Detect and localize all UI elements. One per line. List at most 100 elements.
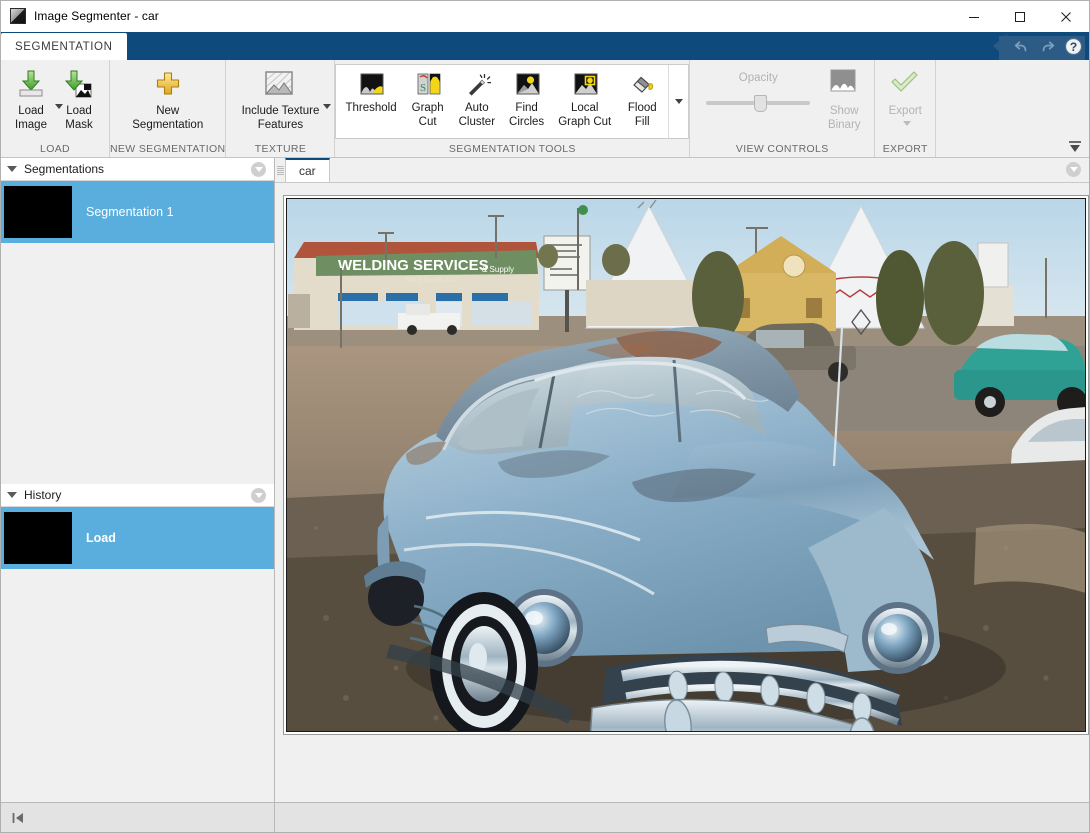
segmentations-list: Segmentation 1 [1,181,274,484]
document-area: car [275,158,1089,832]
svg-text:?: ? [1069,40,1076,54]
ribbon-group-view-controls-title: VIEW CONTROLS [690,141,874,157]
sidebar-footer [1,802,274,832]
find-circles-label: Find Circles [509,101,544,129]
opacity-label: Opacity [739,72,778,84]
show-binary-icon [828,68,860,100]
history-panel-title: History [24,488,61,502]
export-label: Export [889,104,922,118]
load-image-label: Load Image [15,104,47,132]
new-segmentation-label: New Segmentation [132,104,203,132]
drag-grip-icon[interactable] [275,158,285,182]
left-sidebar: Segmentations Segmentation 1 History Loa… [1,158,275,832]
graph-cut-button[interactable]: S Graph Cut [404,69,452,129]
maximize-button[interactable] [997,1,1043,32]
include-texture-features-label: Include Texture Features [242,104,320,132]
new-segmentation-button[interactable]: New Segmentation [118,64,218,132]
image-segmenter-window: Image Segmenter - car SEGMENTATION [0,0,1090,833]
triangle-down-icon[interactable] [7,166,17,172]
ribbon-group-new-segmentation-title: NEW SEGMENTATION [110,141,225,157]
segmentation-item-label: Segmentation 1 [86,205,174,219]
svg-text:WELDING SERVICES: WELDING SERVICES [338,257,489,274]
svg-text:S: S [420,82,426,94]
undo-icon[interactable] [1009,35,1033,57]
collapse-ribbon-icon[interactable] [1066,139,1084,155]
window-controls [951,1,1089,32]
image-frame: WELDING SERVICES & Supply 524 E 9th 555-… [283,195,1089,735]
include-texture-features-button[interactable]: Include Texture Features [232,64,328,132]
load-mask-button[interactable]: Load Mask [55,64,103,132]
flood-fill-label: Flood Fill [628,101,657,129]
segmentations-panel-header: Segmentations [1,158,274,181]
collapse-panel-left-icon[interactable] [11,811,27,825]
image-canvas[interactable]: WELDING SERVICES & Supply 524 E 9th 555-… [275,183,1089,802]
app-icon [10,8,26,24]
find-circles-icon [515,73,539,97]
segmentations-panel-title: Segmentations [24,162,104,176]
load-mask-icon [63,68,95,100]
tab-segmentation[interactable]: SEGMENTATION [1,33,127,60]
svg-text:524 E 9th 555-0147: 524 E 9th 555-0147 [406,278,459,284]
ribbon-group-export: Export EXPORT [875,60,936,157]
title-bar: Image Segmenter - car [1,1,1089,32]
main-content: Segmentations Segmentation 1 History Loa… [1,158,1089,832]
find-circles-button[interactable]: Find Circles [502,69,551,129]
show-binary-label: Show Binary [828,104,861,132]
ribbon-group-segmentation-tools-title: SEGMENTATION TOOLS [335,141,689,157]
tab-car[interactable]: car [285,158,330,182]
segmentations-panel-menu-button[interactable] [251,162,266,177]
threshold-icon [359,73,383,97]
ribbon-group-export-title: EXPORT [875,141,935,157]
history-thumbnail [4,512,72,564]
flood-fill-icon [630,73,654,97]
ribbon-group-texture-title: TEXTURE [226,141,334,157]
auto-cluster-label: Auto Cluster [459,101,495,129]
document-dropdown-icon[interactable] [1066,162,1081,177]
auto-cluster-button[interactable]: Auto Cluster [452,69,502,129]
document-tab-bar: car [275,158,1089,183]
ribbon-tab-strip: SEGMENTATION ? [1,32,1089,60]
ribbon-group-load: Load Image Load Mask LOAD [1,60,110,157]
local-graph-cut-icon [573,73,597,97]
show-binary-button[interactable]: Show Binary [820,64,868,132]
triangle-down-icon[interactable] [7,492,17,498]
opacity-slider[interactable] [706,94,810,112]
history-panel-menu-button[interactable] [251,488,266,503]
export-dropdown-icon[interactable] [903,121,911,126]
history-panel-header: History [1,484,274,507]
ribbon-group-new-segmentation: New Segmentation NEW SEGMENTATION [110,60,226,157]
threshold-button[interactable]: Threshold [338,69,403,129]
graph-cut-icon: S [416,73,440,97]
new-segmentation-icon [152,68,184,100]
headlight-right [862,602,934,674]
flood-fill-button[interactable]: Flood Fill [618,69,666,129]
svg-text:& Supply: & Supply [482,265,514,274]
local-graph-cut-label: Local Graph Cut [558,101,611,129]
redo-icon[interactable] [1035,35,1059,57]
segmentation-tools-overflow-button[interactable] [668,65,688,138]
close-button[interactable] [1043,1,1089,32]
window-title: Image Segmenter - car [34,9,159,23]
export-button[interactable]: Export [881,64,929,126]
segmentation-tools-panel: Threshold S [335,64,689,139]
texture-icon [264,68,296,100]
quick-access-toolbar: ? [993,34,1085,58]
ribbon-toolbar: Load Image Load Mask LOAD [1,60,1089,158]
ribbon-group-load-title: LOAD [1,141,109,157]
opacity-slider-handle[interactable] [754,95,767,112]
opacity-control: Opacity [696,64,820,112]
local-graph-cut-button[interactable]: Local Graph Cut [551,69,618,129]
car-photo: WELDING SERVICES & Supply 524 E 9th 555-… [286,198,1086,732]
list-item[interactable]: Load [1,507,274,569]
load-image-icon [15,68,47,100]
load-image-dropdown-icon[interactable] [55,104,63,109]
ribbon-group-segmentation-tools: Threshold S [335,60,690,157]
history-list: Load [1,507,274,802]
auto-cluster-icon [465,73,489,97]
chevron-down-icon [675,99,683,104]
graph-cut-label: Graph Cut [412,101,444,129]
minimize-button[interactable] [951,1,997,32]
list-item[interactable]: Segmentation 1 [1,181,274,243]
load-image-button[interactable]: Load Image [7,64,55,132]
help-icon[interactable]: ? [1061,35,1085,57]
